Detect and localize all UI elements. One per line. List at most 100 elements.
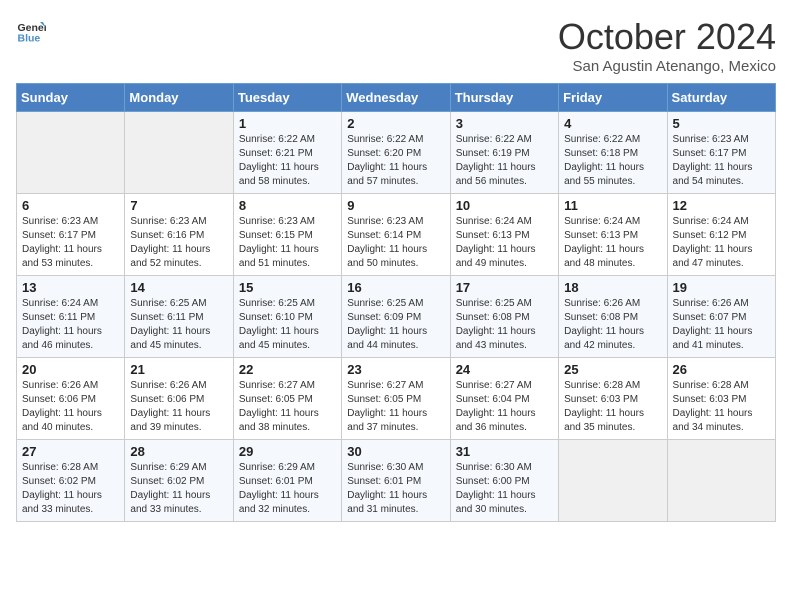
cell-sun-info: Sunrise: 6:22 AMSunset: 6:20 PMDaylight:… <box>347 133 444 189</box>
cell-day-number: 27 <box>22 444 119 459</box>
cell-sun-info: Sunrise: 6:28 AMSunset: 6:03 PMDaylight:… <box>673 379 770 435</box>
cell-day-number: 14 <box>130 280 227 295</box>
day-of-week-header: Friday <box>559 84 667 112</box>
cell-sun-info: Sunrise: 6:25 AMSunset: 6:09 PMDaylight:… <box>347 297 444 353</box>
cell-sun-info: Sunrise: 6:29 AMSunset: 6:02 PMDaylight:… <box>130 461 227 517</box>
calendar-cell: 2 Sunrise: 6:22 AMSunset: 6:20 PMDaylight… <box>342 112 450 194</box>
calendar-cell: 17Sunrise: 6:25 AMSunset: 6:08 PMDayligh… <box>450 276 558 358</box>
logo-icon: General Blue <box>16 16 46 46</box>
day-of-week-header: Monday <box>125 84 233 112</box>
cell-day-number: 11 <box>564 198 661 213</box>
calendar-cell: 11 Sunrise: 6:24 AMSunset: 6:13 PMDayligh… <box>559 194 667 276</box>
calendar-cell <box>667 440 775 522</box>
cell-day-number: 17 <box>456 280 553 295</box>
calendar-cell: 24Sunrise: 6:27 AMSunset: 6:04 PMDayligh… <box>450 358 558 440</box>
calendar-cell: 16Sunrise: 6:25 AMSunset: 6:09 PMDayligh… <box>342 276 450 358</box>
day-of-week-header: Sunday <box>17 84 125 112</box>
calendar-week-row: 27 Sunrise: 6:28 AMSunset: 6:02 PMDayligh… <box>17 440 776 522</box>
cell-day-number: 6 <box>22 198 119 213</box>
calendar-cell: 25Sunrise: 6:28 AMSunset: 6:03 PMDayligh… <box>559 358 667 440</box>
cell-day-number: 31 <box>456 444 553 459</box>
cell-sun-info: Sunrise: 6:24 AMSunset: 6:13 PMDaylight:… <box>456 215 553 271</box>
cell-day-number: 28 <box>130 444 227 459</box>
cell-day-number: 21 <box>130 362 227 377</box>
cell-sun-info: Sunrise: 6:24 AMSunset: 6:12 PMDaylight:… <box>673 215 770 271</box>
calendar-cell: 18Sunrise: 6:26 AMSunset: 6:08 PMDayligh… <box>559 276 667 358</box>
calendar-cell: 15 Sunrise: 6:25 AMSunset: 6:10 PMDayligh… <box>233 276 341 358</box>
cell-day-number: 18 <box>564 280 661 295</box>
calendar-cell: 10 Sunrise: 6:24 AMSunset: 6:13 PMDayligh… <box>450 194 558 276</box>
calendar-cell <box>559 440 667 522</box>
cell-day-number: 22 <box>239 362 336 377</box>
cell-sun-info: Sunrise: 6:25 AMSunset: 6:10 PMDaylight:… <box>239 297 336 353</box>
calendar-cell: 28 Sunrise: 6:29 AMSunset: 6:02 PMDayligh… <box>125 440 233 522</box>
cell-sun-info: Sunrise: 6:25 AMSunset: 6:11 PMDaylight:… <box>130 297 227 353</box>
calendar-cell: 7 Sunrise: 6:23 AMSunset: 6:16 PMDaylight… <box>125 194 233 276</box>
cell-day-number: 13 <box>22 280 119 295</box>
cell-day-number: 4 <box>564 116 661 131</box>
day-of-week-header: Thursday <box>450 84 558 112</box>
cell-sun-info: Sunrise: 6:30 AMSunset: 6:01 PMDaylight:… <box>347 461 444 517</box>
cell-sun-info: Sunrise: 6:23 AMSunset: 6:16 PMDaylight:… <box>130 215 227 271</box>
day-of-week-header: Saturday <box>667 84 775 112</box>
calendar-cell: 9 Sunrise: 6:23 AMSunset: 6:14 PMDaylight… <box>342 194 450 276</box>
calendar-cell <box>125 112 233 194</box>
cell-day-number: 8 <box>239 198 336 213</box>
title-block: October 2024 San Agustin Atenango, Mexic… <box>558 16 776 75</box>
cell-sun-info: Sunrise: 6:30 AMSunset: 6:00 PMDaylight:… <box>456 461 553 517</box>
calendar-week-row: 13 Sunrise: 6:24 AMSunset: 6:11 PMDayligh… <box>17 276 776 358</box>
svg-text:Blue: Blue <box>18 33 41 45</box>
cell-day-number: 20 <box>22 362 119 377</box>
calendar-cell: 8 Sunrise: 6:23 AMSunset: 6:15 PMDaylight… <box>233 194 341 276</box>
cell-day-number: 10 <box>456 198 553 213</box>
cell-day-number: 9 <box>347 198 444 213</box>
cell-sun-info: Sunrise: 6:23 AMSunset: 6:17 PMDaylight:… <box>22 215 119 271</box>
cell-day-number: 19 <box>673 280 770 295</box>
cell-day-number: 7 <box>130 198 227 213</box>
calendar-cell: 22 Sunrise: 6:27 AMSunset: 6:05 PMDayligh… <box>233 358 341 440</box>
calendar-cell: 13 Sunrise: 6:24 AMSunset: 6:11 PMDayligh… <box>17 276 125 358</box>
cell-day-number: 25 <box>564 362 661 377</box>
calendar-cell: 20 Sunrise: 6:26 AMSunset: 6:06 PMDayligh… <box>17 358 125 440</box>
cell-sun-info: Sunrise: 6:24 AMSunset: 6:13 PMDaylight:… <box>564 215 661 271</box>
calendar-cell: 23Sunrise: 6:27 AMSunset: 6:05 PMDayligh… <box>342 358 450 440</box>
calendar-cell: 30Sunrise: 6:30 AMSunset: 6:01 PMDayligh… <box>342 440 450 522</box>
cell-sun-info: Sunrise: 6:28 AMSunset: 6:02 PMDaylight:… <box>22 461 119 517</box>
cell-sun-info: Sunrise: 6:23 AMSunset: 6:14 PMDaylight:… <box>347 215 444 271</box>
cell-sun-info: Sunrise: 6:24 AMSunset: 6:11 PMDaylight:… <box>22 297 119 353</box>
cell-sun-info: Sunrise: 6:27 AMSunset: 6:05 PMDaylight:… <box>239 379 336 435</box>
cell-day-number: 12 <box>673 198 770 213</box>
calendar-week-row: 20 Sunrise: 6:26 AMSunset: 6:06 PMDayligh… <box>17 358 776 440</box>
calendar-cell: 4 Sunrise: 6:22 AMSunset: 6:18 PMDaylight… <box>559 112 667 194</box>
cell-sun-info: Sunrise: 6:29 AMSunset: 6:01 PMDaylight:… <box>239 461 336 517</box>
logo: General Blue <box>16 16 46 46</box>
cell-sun-info: Sunrise: 6:26 AMSunset: 6:06 PMDaylight:… <box>22 379 119 435</box>
cell-sun-info: Sunrise: 6:23 AMSunset: 6:15 PMDaylight:… <box>239 215 336 271</box>
calendar-week-row: 1Sunrise: 6:22 AMSunset: 6:21 PMDaylight… <box>17 112 776 194</box>
cell-sun-info: Sunrise: 6:26 AMSunset: 6:07 PMDaylight:… <box>673 297 770 353</box>
calendar-week-row: 6 Sunrise: 6:23 AMSunset: 6:17 PMDaylight… <box>17 194 776 276</box>
cell-day-number: 26 <box>673 362 770 377</box>
cell-sun-info: Sunrise: 6:22 AMSunset: 6:18 PMDaylight:… <box>564 133 661 189</box>
cell-day-number: 23 <box>347 362 444 377</box>
calendar-cell: 21 Sunrise: 6:26 AMSunset: 6:06 PMDayligh… <box>125 358 233 440</box>
month-title: October 2024 <box>558 16 776 58</box>
calendar-cell <box>17 112 125 194</box>
cell-sun-info: Sunrise: 6:26 AMSunset: 6:06 PMDaylight:… <box>130 379 227 435</box>
calendar-table: SundayMondayTuesdayWednesdayThursdayFrid… <box>16 83 776 522</box>
page-header: General Blue October 2024 San Agustin At… <box>16 16 776 75</box>
cell-sun-info: Sunrise: 6:27 AMSunset: 6:04 PMDaylight:… <box>456 379 553 435</box>
calendar-cell: 19 Sunrise: 6:26 AMSunset: 6:07 PMDayligh… <box>667 276 775 358</box>
cell-day-number: 29 <box>239 444 336 459</box>
cell-day-number: 1 <box>239 116 336 131</box>
cell-day-number: 2 <box>347 116 444 131</box>
calendar-cell: 27 Sunrise: 6:28 AMSunset: 6:02 PMDayligh… <box>17 440 125 522</box>
calendar-cell: 31 Sunrise: 6:30 AMSunset: 6:00 PMDayligh… <box>450 440 558 522</box>
cell-day-number: 15 <box>239 280 336 295</box>
calendar-body: 1Sunrise: 6:22 AMSunset: 6:21 PMDaylight… <box>17 112 776 522</box>
calendar-cell: 26 Sunrise: 6:28 AMSunset: 6:03 PMDayligh… <box>667 358 775 440</box>
calendar-cell: 1Sunrise: 6:22 AMSunset: 6:21 PMDaylight… <box>233 112 341 194</box>
day-of-week-header: Tuesday <box>233 84 341 112</box>
calendar-cell: 5Sunrise: 6:23 AMSunset: 6:17 PMDaylight… <box>667 112 775 194</box>
calendar-cell: 14 Sunrise: 6:25 AMSunset: 6:11 PMDayligh… <box>125 276 233 358</box>
